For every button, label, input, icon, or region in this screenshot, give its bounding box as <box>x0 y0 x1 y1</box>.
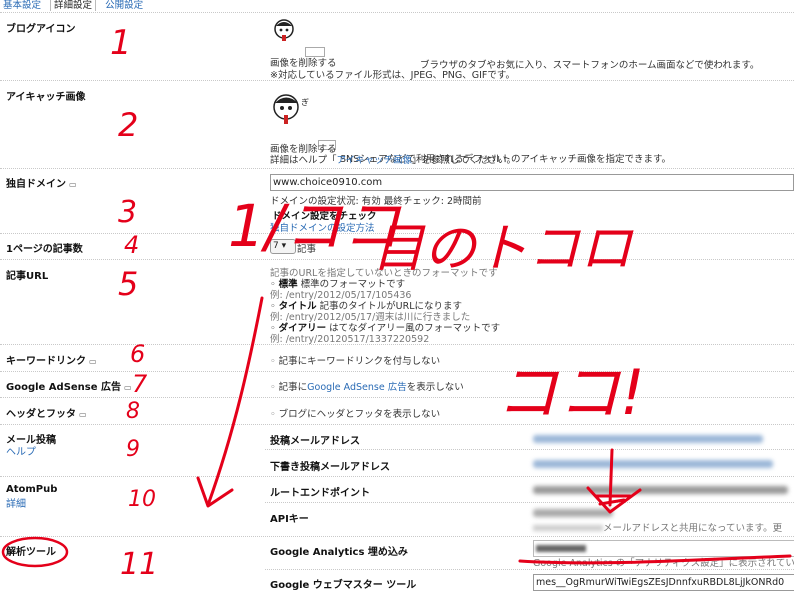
apikey-value <box>533 509 613 517</box>
apikey-note: メールアドレスと共用になっています。更 <box>533 520 782 534</box>
eyecatch-image[interactable]: ぎ <box>272 93 312 127</box>
endpoint-value <box>533 486 788 494</box>
draft-mail-address[interactable] <box>533 460 773 468</box>
lock-icon: ▭ <box>89 357 97 366</box>
divider <box>265 569 794 570</box>
url-example: 例: /entry/20120517/1337220592 <box>270 334 430 345</box>
annotation-number: 5 <box>118 265 138 303</box>
mail-help-link[interactable]: ヘルプ <box>6 443 36 458</box>
atompub-detail-link[interactable]: 詳細 <box>6 495 26 510</box>
annotation-number: 4 <box>124 231 139 259</box>
domain-status: ドメインの設定状況: 有効 最終チェック: 2時間前 <box>270 196 482 207</box>
domain-help-link[interactable]: 独自ドメインの設定方法 <box>270 220 375 234</box>
divider <box>0 476 794 477</box>
divider <box>0 80 794 81</box>
post-mail-label: 投稿メールアドレス <box>270 436 360 447</box>
ga-note: Google Analytics の「アナリティクス設定」に表示されてい <box>533 558 794 569</box>
analytics-label: 解析ツール <box>6 547 56 558</box>
keyword-label: キーワードリンク ▭ <box>6 356 97 367</box>
annotation-number: 1 <box>110 23 132 63</box>
tab-publish[interactable]: 公開設定 <box>105 0 143 11</box>
annotation-number: 10 <box>128 487 156 512</box>
ga-embed-label: Google Analytics 埋め込み <box>270 547 408 558</box>
webmaster-input[interactable]: mes__OgRmurWiTwiEgsZEsJDnnfxuRBDL8LjJkON… <box>533 574 794 591</box>
eyecatch-help: 詳細はヘルプ「アイキャッチ画像」を参照してください。 <box>270 155 516 166</box>
domain-input[interactable]: www.choice0910.com <box>270 174 794 191</box>
annotation-number: 2 <box>118 106 138 144</box>
domain-label: 独自ドメイン ▭ <box>6 179 77 190</box>
endpoint-label: ルートエンドポイント <box>270 488 370 499</box>
blog-icon-label: ブログアイコン <box>6 24 76 35</box>
divider <box>0 344 794 345</box>
divider <box>0 397 794 398</box>
adsense-label: Google AdSense 広告 ▭ <box>6 382 132 393</box>
annotation-number: 3 <box>118 195 137 230</box>
divider <box>0 371 794 372</box>
annotation-number: 11 <box>120 547 158 582</box>
annotation-text: ココ! <box>496 356 645 429</box>
lock-icon: ▭ <box>79 410 87 419</box>
tab-advanced[interactable]: 詳細設定 <box>50 0 97 11</box>
svg-text:ぎ: ぎ <box>301 97 309 107</box>
annotation-number: 8 <box>126 399 140 424</box>
per-page-label: 1ページの記事数 <box>6 244 83 255</box>
divider <box>0 168 794 169</box>
per-page-unit: 記事 <box>297 244 317 255</box>
header-footer-option[interactable]: ◦ ブログにヘッダとフッタを表示しない <box>270 406 440 420</box>
divider <box>0 233 794 234</box>
apikey-label: APIキー <box>270 514 309 525</box>
divider <box>265 502 794 503</box>
blog-icon-image[interactable] <box>272 18 302 44</box>
divider <box>265 449 794 450</box>
annotation-number: 9 <box>126 437 140 462</box>
divider <box>0 259 794 260</box>
eyecatch-label: アイキャッチ画像 <box>6 92 86 103</box>
blog-icon-format: ※対応しているファイル形式は、JPEG、PNG、GIFです。 <box>270 70 515 81</box>
tab-basic[interactable]: 基本設定 <box>3 0 41 11</box>
adsense-option[interactable]: ◦ 記事にGoogle AdSense 広告を表示しない <box>270 379 464 393</box>
divider <box>0 12 794 13</box>
lock-icon: ▭ <box>124 383 132 392</box>
annotation-number: 7 <box>132 370 148 398</box>
divider <box>0 536 794 537</box>
divider <box>0 424 794 425</box>
atompub-label: AtomPub <box>6 484 58 495</box>
keyword-option[interactable]: ◦ 記事にキーワードリンクを付与しない <box>270 353 440 367</box>
header-footer-label: ヘッダとフッタ ▭ <box>6 409 87 420</box>
post-mail-address[interactable] <box>533 435 763 443</box>
settings-tabs: 基本設定 詳細設定 公開設定 <box>0 0 146 11</box>
article-url-label: 記事URL <box>6 271 49 282</box>
eyecatch-help-link[interactable]: アイキャッチ画像 <box>337 155 413 166</box>
lock-icon: ▭ <box>69 180 77 189</box>
draft-mail-label: 下書き投稿メールアドレス <box>270 462 390 473</box>
per-page-select[interactable]: 7 ▾ <box>270 239 296 254</box>
